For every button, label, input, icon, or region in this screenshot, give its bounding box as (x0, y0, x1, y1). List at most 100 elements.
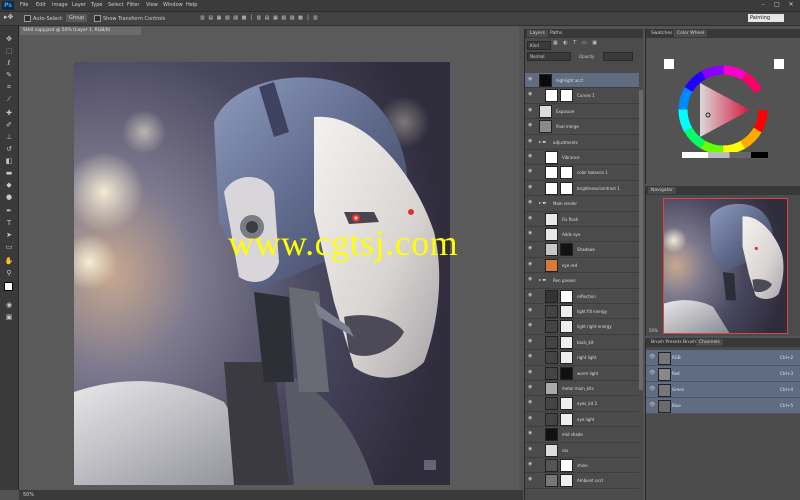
layer-row[interactable]: ◉ Exposure (525, 104, 639, 120)
menu-window[interactable]: Window (163, 2, 183, 8)
layer-row[interactable]: ◉ brightness/contrast 1 (525, 181, 639, 197)
layer-row[interactable]: ◉ mid shade (525, 427, 639, 443)
layer-row[interactable]: ◉ eyes_kit 2 (525, 396, 639, 412)
layer-row[interactable]: ◉ metal main_kits (525, 381, 639, 397)
tab-paths[interactable]: Paths (547, 30, 565, 37)
eye-icon[interactable]: ◉ (528, 292, 534, 298)
dodge-tool-icon[interactable]: ● (3, 192, 15, 202)
layer-thumbnail[interactable] (545, 382, 558, 395)
layer-thumbnail[interactable] (539, 74, 552, 87)
hand-tool-icon[interactable]: ✋ (3, 256, 15, 266)
opacity-field[interactable] (603, 52, 633, 61)
eye-icon[interactable]: ◉ (528, 169, 534, 174)
menu-image[interactable]: Image (52, 2, 68, 8)
foreground-swatch-icon[interactable] (664, 59, 674, 69)
layer-thumbnail[interactable] (545, 320, 558, 334)
eye-icon[interactable]: ◉ (528, 200, 534, 205)
gradient-tool-icon[interactable]: ▬ (3, 168, 15, 178)
filter-icons[interactable]: ▦ ◐ T ▭ ▣ (553, 40, 599, 46)
path-select-tool-icon[interactable]: ➤ (3, 230, 15, 240)
layer-mask-thumbnail[interactable] (560, 459, 573, 472)
tab-navigator[interactable]: Navigator (648, 187, 677, 194)
layer-mask-thumbnail[interactable] (560, 243, 573, 257)
layer-mask-thumbnail[interactable] (560, 289, 573, 303)
layer-row[interactable]: ◉ final merge (525, 119, 639, 135)
blur-tool-icon[interactable]: ◆ (3, 180, 15, 190)
layer-mask-thumbnail[interactable] (560, 181, 573, 195)
layer-thumbnail[interactable] (545, 289, 558, 303)
grayscale-ramp[interactable] (682, 152, 768, 158)
layer-row[interactable]: ◉ eye red (525, 258, 639, 274)
layer-row[interactable]: ◉ Curves 1 (525, 88, 639, 104)
navigator-zoom[interactable]: 50% (649, 328, 658, 333)
eye-icon[interactable]: ◉ (528, 123, 534, 128)
eye-icon[interactable]: 👁 (649, 387, 655, 392)
channel-row[interactable]: 👁 Blue Ctrl+5 (646, 398, 800, 414)
quick-select-tool-icon[interactable]: ✎ (3, 70, 15, 80)
eye-icon[interactable]: 👁 (649, 371, 655, 376)
layer-row[interactable]: ◉ Fix flash (525, 212, 639, 227)
layer-row[interactable]: ◉ eye light (525, 412, 639, 428)
layer-row[interactable]: ◉ color balance 1 (525, 165, 639, 181)
checkbox-icon[interactable] (94, 15, 101, 22)
layer-mask-thumbnail[interactable] (560, 366, 573, 380)
eye-icon[interactable]: ◉ (528, 385, 534, 390)
layer-row[interactable]: ◉ shine (525, 458, 639, 474)
eye-icon[interactable]: ◉ (528, 138, 534, 144)
eye-icon[interactable]: ◉ (528, 338, 534, 344)
menu-select[interactable]: Select (108, 2, 123, 8)
eye-icon[interactable]: ◉ (528, 277, 534, 282)
layer-row[interactable]: ◉ light fill energy (525, 304, 639, 320)
marquee-tool-icon[interactable]: ⬚ (3, 46, 15, 56)
layer-thumbnail[interactable] (539, 104, 552, 118)
eye-icon[interactable]: ◉ (528, 184, 534, 190)
eye-icon[interactable]: ◉ (528, 77, 534, 82)
eyedropper-tool-icon[interactable]: ⁄ (3, 94, 15, 104)
layer-thumbnail[interactable] (545, 243, 558, 257)
crop-tool-icon[interactable]: ⌗ (3, 82, 15, 92)
pen-tool-icon[interactable]: ✒ (3, 206, 15, 216)
layer-group-row[interactable]: ◉ ▸ ▬ adjustments (525, 135, 639, 150)
folder-icon[interactable]: ▸ ▬ (539, 277, 546, 282)
tab-swatches[interactable]: Swatches (648, 30, 676, 37)
layer-thumbnail[interactable] (545, 351, 558, 365)
layer-thumbnail[interactable] (545, 474, 558, 488)
layer-thumbnail[interactable] (539, 120, 552, 134)
layer-row[interactable]: ◉ Shadows (525, 242, 639, 258)
tab-channels[interactable]: Channels (696, 339, 723, 346)
menu-edit[interactable]: Edit (36, 2, 46, 8)
move-tool-icon[interactable]: ▸✥ (4, 13, 13, 21)
layer-thumbnail[interactable] (545, 228, 558, 241)
navigator-preview[interactable] (663, 198, 788, 334)
layer-thumbnail[interactable] (545, 258, 558, 272)
quick-mask-icon[interactable]: ◉ (3, 300, 15, 310)
tab-layers[interactable]: Layers (527, 30, 548, 37)
channel-row[interactable]: 👁 Red Ctrl+3 (646, 366, 800, 382)
stamp-tool-icon[interactable]: ⊥ (3, 132, 15, 142)
eraser-tool-icon[interactable]: ◧ (3, 156, 15, 166)
layer-mask-thumbnail[interactable] (560, 335, 573, 349)
folder-icon[interactable]: ▸ ▬ (539, 139, 546, 144)
eye-icon[interactable]: ◉ (528, 308, 534, 313)
eye-icon[interactable]: ◉ (528, 246, 534, 251)
artwork-canvas[interactable] (74, 62, 450, 485)
layer-row[interactable]: ◉ light right energy (525, 319, 639, 335)
zoom-tool-icon[interactable]: ⚲ (3, 268, 15, 278)
layer-group-row[interactable]: ◉ ▸ ▬ Ren passes (525, 273, 639, 289)
layer-thumbnail[interactable] (545, 166, 558, 180)
layer-row[interactable]: ◉ warm light (525, 366, 639, 381)
eye-icon[interactable]: ◉ (528, 354, 534, 359)
background-swatch-icon[interactable] (774, 59, 784, 69)
auto-select-dropdown[interactable]: Group (66, 14, 88, 22)
layer-thumbnail[interactable] (545, 181, 558, 195)
align-icons[interactable]: ▥ ▤ ▦ ▧ ▨ ▩ │ ▥ ▤ ▦ ▧ ▨ ▩ │ ▥ (200, 15, 319, 21)
layer-thumbnail[interactable] (545, 459, 558, 472)
channel-row[interactable]: 👁 RGB Ctrl+2 (646, 350, 800, 366)
color-wheel[interactable] (678, 65, 768, 155)
eye-icon[interactable]: ◉ (528, 369, 534, 375)
layer-mask-thumbnail[interactable] (560, 166, 573, 180)
eye-icon[interactable]: ◉ (528, 323, 534, 328)
layer-group-row[interactable]: ◉ ▸ ▬ Main render (525, 196, 639, 212)
layer-mask-thumbnail[interactable] (560, 397, 573, 411)
layer-mask-thumbnail[interactable] (560, 412, 573, 426)
